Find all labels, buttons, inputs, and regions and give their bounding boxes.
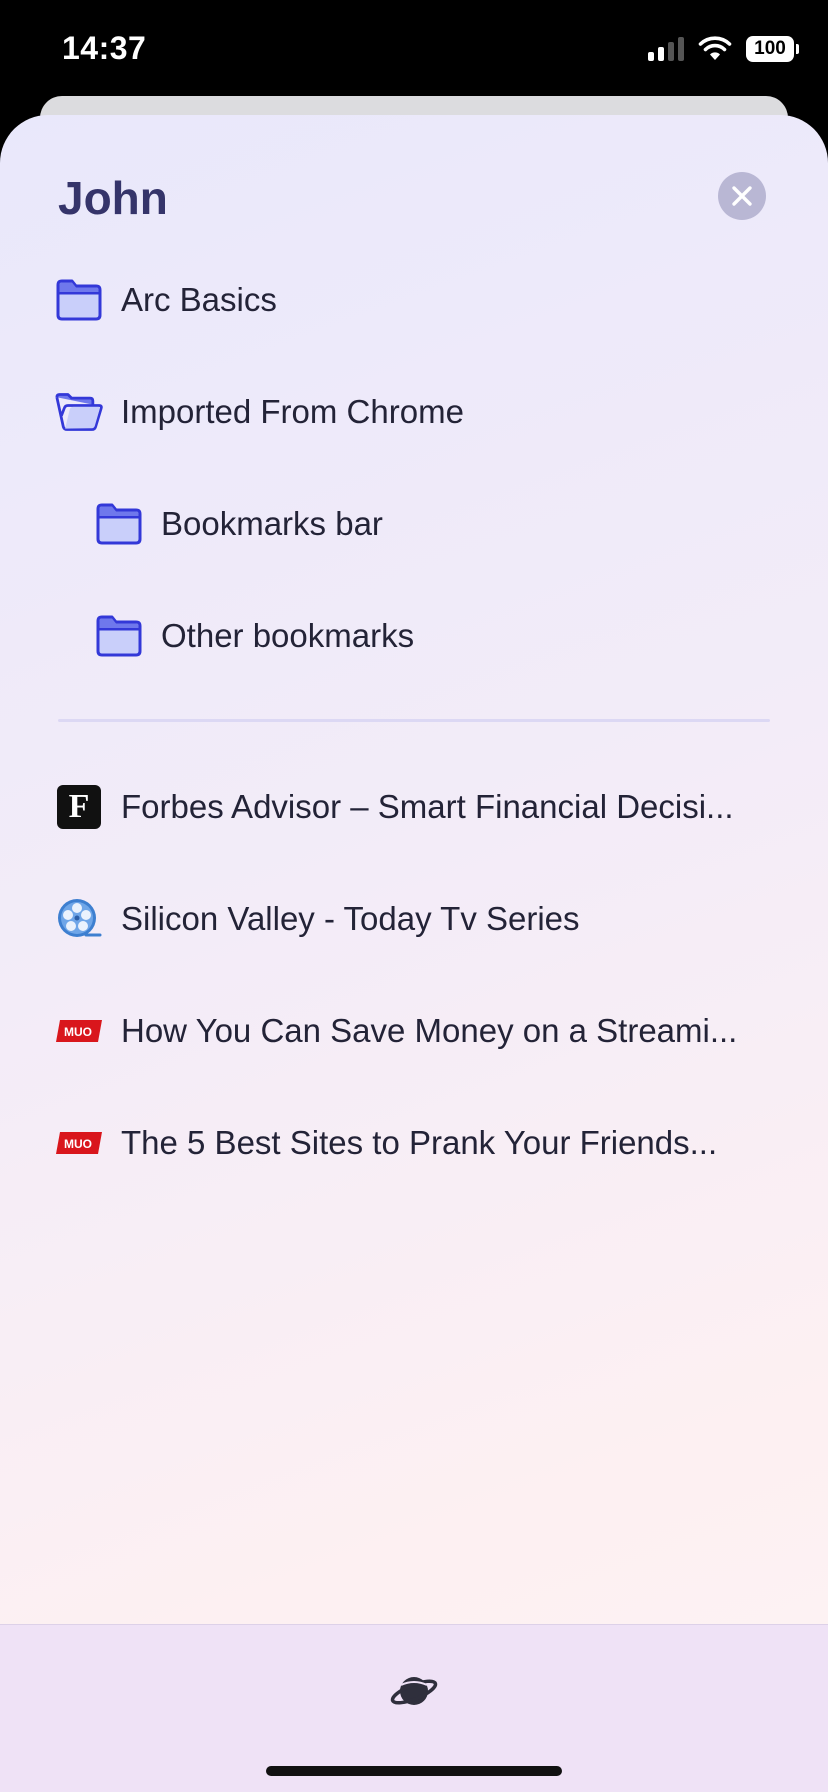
muo-favicon: MUO [55,1119,103,1167]
folder-row-other-bookmarks[interactable]: Other bookmarks [95,606,414,666]
bookmark-row-silicon-valley[interactable]: Silicon Valley - Today Tv Series [55,889,775,949]
folder-icon [95,612,143,660]
close-button[interactable] [718,172,766,220]
folder-label: Other bookmarks [161,617,415,654]
folder-icon [55,276,103,324]
close-icon [732,186,752,206]
bookmark-row-prank-sites[interactable]: MUO The 5 Best Sites to Prank Your Frien… [55,1113,775,1173]
bookmark-label: Forbes Advisor – Smart Financial Decisi.… [121,788,734,825]
space-sheet: John Arc Basics Imported From Chrome Boo… [0,115,828,1792]
sheet-title: John [58,172,168,224]
folder-label: Bookmarks bar [161,505,383,542]
cellular-signal-icon [648,37,684,61]
home-indicator[interactable] [266,1766,562,1776]
status-time: 14:37 [62,30,147,66]
section-divider [58,719,770,722]
folder-label: Imported From Chrome [121,393,464,430]
svg-text:MUO: MUO [64,1137,92,1151]
folder-label: Arc Basics [121,281,277,318]
folder-open-icon [55,388,103,436]
wifi-icon [698,36,732,60]
folder-row-arc-basics[interactable]: Arc Basics [55,270,277,330]
bookmark-row-streaming-money[interactable]: MUO How You Can Save Money on a Streami.… [55,1001,775,1061]
battery-indicator: 100 [746,36,799,62]
bookmark-label: The 5 Best Sites to Prank Your Friends..… [121,1124,718,1161]
folder-row-imported-from-chrome[interactable]: Imported From Chrome [55,382,464,442]
bookmark-row-forbes[interactable]: F Forbes Advisor – Smart Financial Decis… [55,777,775,837]
svg-text:MUO: MUO [64,1025,92,1039]
bookmark-label: How You Can Save Money on a Streami... [121,1012,738,1049]
planet-icon [390,1677,438,1705]
forbes-favicon: F [55,783,103,831]
status-bar: 14:37 100 [0,0,828,96]
folder-icon [95,500,143,548]
bookmark-label: Silicon Valley - Today Tv Series [121,900,580,937]
folder-row-bookmarks-bar[interactable]: Bookmarks bar [95,494,383,554]
status-icons: 100 [648,34,799,64]
spaces-button[interactable] [388,1665,440,1717]
bottom-toolbar [0,1624,828,1792]
muo-favicon: MUO [55,1007,103,1055]
film-reel-favicon [55,895,103,943]
